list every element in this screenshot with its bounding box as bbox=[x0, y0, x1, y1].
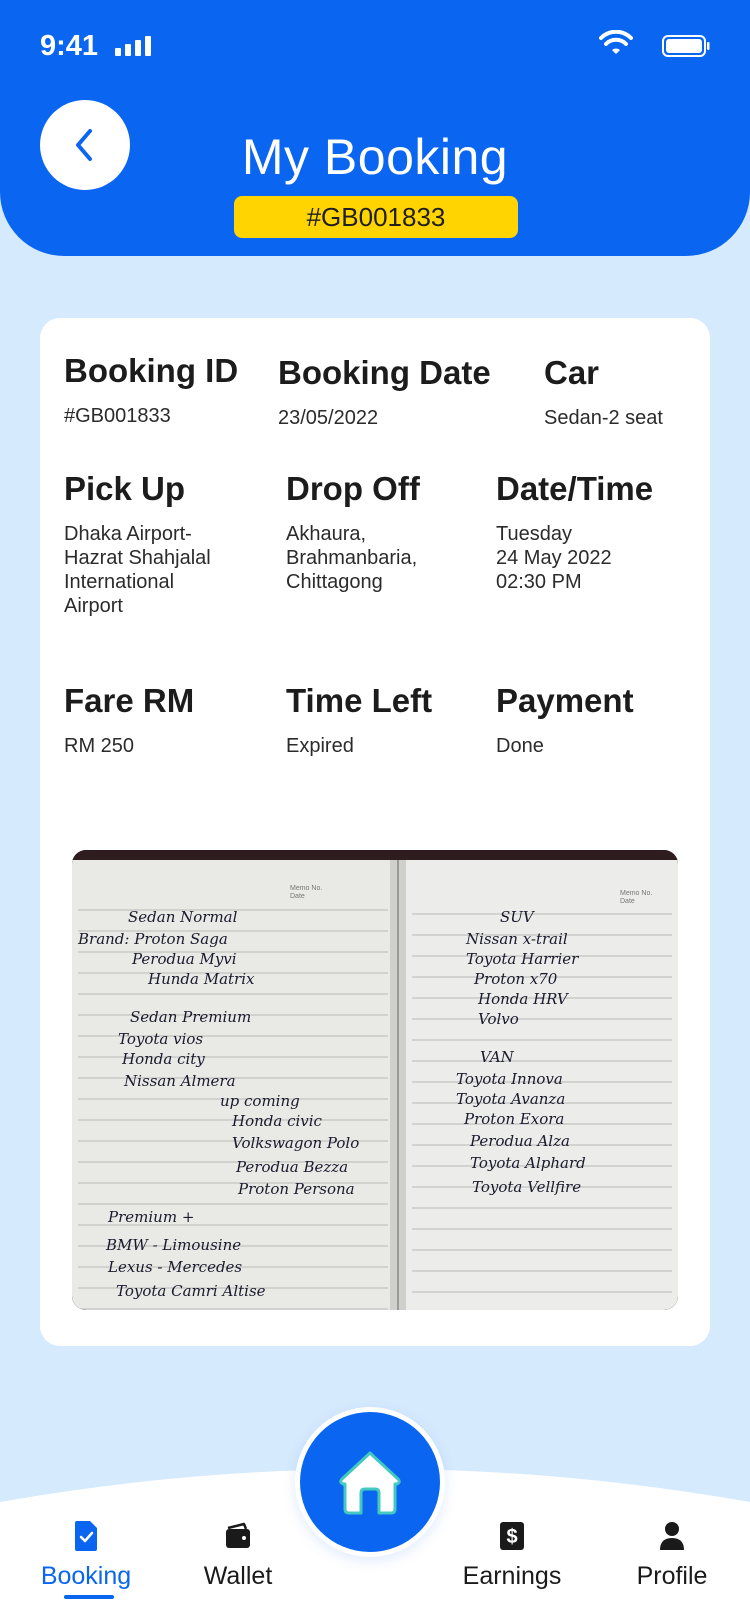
memo-label-left: Memo No. bbox=[290, 885, 322, 892]
payment-label: Payment bbox=[496, 682, 634, 719]
left-page-handwritten-line: Nissan Almera bbox=[123, 1072, 236, 1090]
time-left-field: Time Left Expired bbox=[286, 682, 432, 758]
memo-label-right: Memo No. bbox=[620, 890, 652, 897]
left-page-handwritten-line: Proton Persona bbox=[237, 1180, 355, 1198]
nav-earnings-label: Earnings bbox=[462, 1562, 562, 1590]
right-page-handwritten-line: Toyota Alphard bbox=[470, 1154, 586, 1172]
drop-off-field: Drop Off Akhaura, Brahmanbaria, Chittago… bbox=[286, 470, 420, 594]
drop-off-value: Akhaura, Brahmanbaria, Chittagong bbox=[286, 523, 418, 593]
booking-id-label: Booking ID bbox=[64, 352, 239, 389]
right-page-handwritten-line: Proton Exora bbox=[463, 1110, 564, 1128]
pick-up-field: Pick Up Dhaka Airport- Hazrat Shahjalal … bbox=[64, 470, 211, 618]
payment-field: Payment Done bbox=[496, 682, 634, 758]
user-icon bbox=[660, 1522, 684, 1550]
left-page-handwritten-line: Sedan Premium bbox=[130, 1008, 251, 1026]
right-page-handwritten-line: Volvo bbox=[478, 1010, 519, 1028]
car-label: Car bbox=[544, 354, 600, 391]
date-time-value: Tuesday 24 May 2022 02:30 PM bbox=[496, 523, 612, 593]
right-page-handwritten-line: Toyota Avanza bbox=[456, 1090, 565, 1108]
left-page-handwritten-line: BMW - Limousine bbox=[105, 1236, 241, 1254]
left-page-handwritten-line: Toyota Camri Altise bbox=[116, 1282, 266, 1300]
notebook-image: Sedan Normal Brand: Proton Saga Perodua My… bbox=[72, 850, 678, 1310]
fare-value: RM 250 bbox=[64, 735, 135, 757]
status-time: 9:41 bbox=[40, 30, 99, 62]
right-page-handwritten-line: Toyota Innova bbox=[456, 1070, 563, 1088]
booking-date-field: Booking Date 23/05/2022 bbox=[278, 354, 491, 430]
active-tab-indicator bbox=[64, 1595, 114, 1599]
right-page-handwritten-line: VAN bbox=[480, 1048, 515, 1066]
booking-date-label: Booking Date bbox=[278, 354, 491, 391]
booking-id-badge: #GB001833 bbox=[234, 196, 518, 238]
nav-wallet[interactable]: Wallet bbox=[168, 1518, 308, 1591]
right-page-handwritten-line: Honda HRV bbox=[477, 990, 570, 1008]
battery-icon bbox=[662, 35, 710, 57]
time-left-value: Expired bbox=[286, 735, 354, 757]
wifi-icon bbox=[599, 30, 633, 54]
date-time-field: Date/Time Tuesday 24 May 2022 02:30 PM bbox=[496, 470, 653, 594]
left-page-handwritten-line: Toyota vios bbox=[118, 1030, 203, 1048]
drop-off-label: Drop Off bbox=[286, 470, 420, 507]
date-label-left: Date bbox=[290, 893, 305, 900]
right-page-handwritten-line: Toyota Harrier bbox=[466, 950, 579, 968]
nav-wallet-label: Wallet bbox=[203, 1562, 273, 1590]
booking-date-value: 23/05/2022 bbox=[278, 407, 379, 429]
left-page-handwritten-line: Honda city bbox=[121, 1050, 205, 1068]
car-value: Sedan-2 seat bbox=[544, 407, 663, 429]
nav-booking[interactable]: Booking bbox=[16, 1518, 156, 1591]
left-page-handwritten-line: Brand: Proton Saga bbox=[77, 930, 228, 948]
left-page-handwritten-line: Perodua Myvi bbox=[131, 950, 237, 968]
signal-icon bbox=[115, 36, 151, 56]
right-page-handwritten-line: Nissan x-trail bbox=[465, 930, 568, 948]
booking-id-field: Booking ID #GB001833 bbox=[64, 352, 238, 428]
nav-earnings[interactable]: $ Earnings bbox=[442, 1518, 582, 1591]
car-field: Car Sedan-2 seat bbox=[544, 354, 663, 430]
home-button[interactable] bbox=[300, 1412, 440, 1552]
pick-up-label: Pick Up bbox=[64, 470, 186, 507]
booking-details-card: Booking ID #GB001833 Booking Date 23/05/… bbox=[40, 318, 710, 1346]
left-page-handwritten-line: Premium + bbox=[107, 1208, 194, 1226]
left-page-handwritten-line: Lexus - Mercedes bbox=[107, 1258, 242, 1276]
nav-profile[interactable]: Profile bbox=[602, 1518, 742, 1591]
left-page-handwritten-line: Sedan Normal bbox=[128, 908, 238, 926]
right-page-handwritten-line: Toyota Vellfire bbox=[472, 1178, 581, 1196]
date-label-right: Date bbox=[620, 898, 635, 905]
svg-text:$: $ bbox=[506, 1526, 517, 1548]
payment-value: Done bbox=[496, 735, 544, 757]
nav-booking-label: Booking bbox=[40, 1562, 132, 1590]
right-page-handwritten-line: SUV bbox=[500, 908, 536, 926]
booking-icon bbox=[75, 1521, 97, 1551]
wallet-icon bbox=[226, 1522, 250, 1548]
car-list-notebook-photo: Sedan Normal Brand: Proton Saga Perodua My… bbox=[72, 850, 678, 1310]
dollar-icon: $ bbox=[500, 1522, 524, 1550]
left-page-handwritten-line: Hunda Matrix bbox=[147, 970, 255, 988]
status-bar: 9:41 bbox=[0, 0, 750, 90]
home-icon bbox=[339, 1451, 401, 1515]
left-page-handwritten-line: Perodua Bezza bbox=[235, 1158, 348, 1176]
pick-up-value: Dhaka Airport- Hazrat Shahjalal Internat… bbox=[64, 523, 211, 617]
fare-label: Fare RM bbox=[64, 682, 195, 719]
nav-profile-label: Profile bbox=[636, 1562, 708, 1590]
date-time-label: Date/Time bbox=[496, 470, 654, 507]
left-page-handwritten-line: up coming bbox=[220, 1092, 300, 1110]
fare-field: Fare RM RM 250 bbox=[64, 682, 194, 758]
left-page-handwritten-line: Volkswagon Polo bbox=[232, 1134, 359, 1152]
left-page-handwritten-line: Honda civic bbox=[231, 1112, 323, 1130]
booking-id-value: #GB001833 bbox=[64, 405, 171, 427]
time-left-label: Time Left bbox=[286, 682, 433, 719]
right-page-handwritten-line: Proton x70 bbox=[473, 970, 558, 988]
page-title: My Booking bbox=[241, 129, 509, 185]
right-page-handwritten-line: Perodua Alza bbox=[469, 1132, 570, 1150]
